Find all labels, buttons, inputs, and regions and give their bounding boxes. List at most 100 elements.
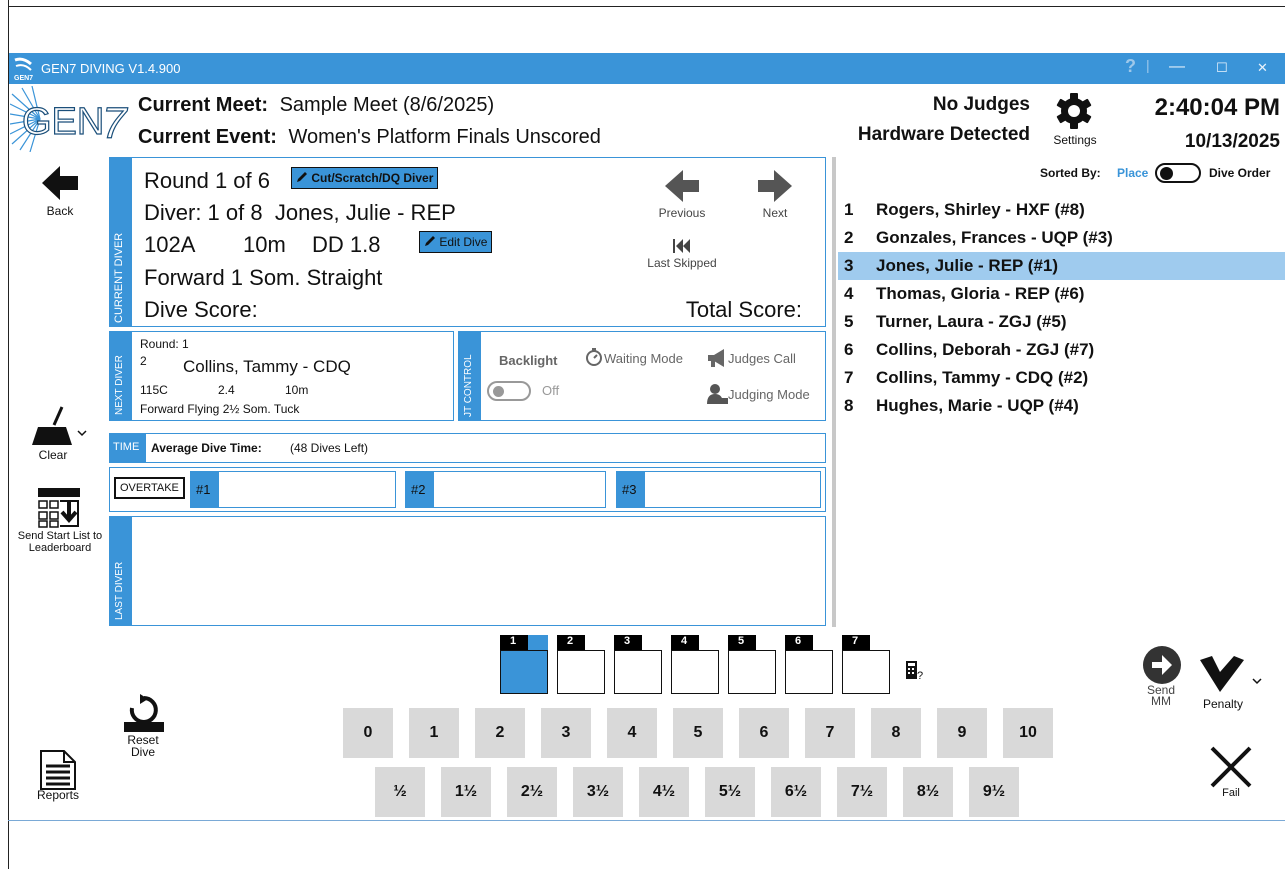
jt-control-panel [458, 331, 826, 421]
leaderboard-row[interactable]: 6 Collins, Deborah - ZGJ (#7) [838, 336, 1285, 364]
sort-toggle-knob [1160, 167, 1173, 180]
previous-label[interactable]: Previous [650, 206, 714, 220]
sort-dive-order-option[interactable]: Dive Order [1209, 166, 1270, 180]
time-tab: TIME [109, 433, 146, 463]
judge-score-box-3[interactable] [614, 650, 662, 694]
leaderboard-row[interactable]: 4 Thomas, Gloria - REP (#6) [838, 280, 1285, 308]
send-mm-icon[interactable] [1142, 645, 1182, 685]
calculator-help-icon[interactable]: ? [905, 660, 925, 682]
leaderboard-row[interactable]: 7 Collins, Tammy - CDQ (#2) [838, 364, 1285, 392]
dive-dd: DD 1.8 [312, 232, 381, 257]
judge-score-box-4[interactable] [671, 650, 719, 694]
judge-tag-1-accent [528, 635, 548, 651]
score-button-9-5[interactable]: 9½ [969, 767, 1019, 817]
dive-number: 102A [144, 232, 196, 257]
maximize-button[interactable]: ☐ [1216, 60, 1228, 76]
dive-description: Forward 1 Som. Straight [144, 265, 383, 290]
sort-toggle[interactable] [1155, 163, 1201, 183]
score-button-4-5[interactable]: 4½ [639, 767, 689, 817]
backlight-label: Backlight [499, 353, 558, 368]
score-button-7-5[interactable]: 7½ [837, 767, 887, 817]
skip-back-icon[interactable] [672, 237, 692, 255]
last-skipped-label[interactable]: Last Skipped [640, 256, 724, 270]
sort-place-option[interactable]: Place [1117, 166, 1148, 180]
score-button-6[interactable]: 6 [739, 708, 789, 758]
score-button-1-5[interactable]: 1½ [441, 767, 491, 817]
penalty-label[interactable]: Penalty [1195, 697, 1251, 711]
next-arrow-icon[interactable] [756, 168, 794, 204]
current-meet: Current Meet: Sample Meet (8/6/2025) [138, 94, 494, 117]
score-button-3[interactable]: 3 [541, 708, 591, 758]
leaderboard-row[interactable]: 2 Gonzales, Frances - UQP (#3) [838, 224, 1285, 252]
judging-mode-label[interactable]: Judging Mode [728, 387, 810, 402]
reports-label[interactable]: Reports [30, 788, 86, 802]
score-button-6-5[interactable]: 6½ [771, 767, 821, 817]
score-button-7[interactable]: 7 [805, 708, 855, 758]
help-icon[interactable]: ? [1125, 56, 1136, 77]
toggle-knob [493, 386, 504, 397]
backlight-toggle[interactable] [487, 381, 531, 401]
overtake-button[interactable]: OVERTAKE [114, 477, 185, 499]
current-event: Current Event: Women's Platform Finals U… [138, 126, 601, 149]
svg-text:GEN: GEN [22, 101, 104, 143]
leaderboard-row[interactable]: 8 Hughes, Marie - UQP (#4) [838, 392, 1285, 420]
leaderboard-row[interactable]: 5 Turner, Laura - ZGJ (#5) [838, 308, 1285, 336]
next-diver-tab: NEXT DIVER [109, 331, 132, 421]
judge-tag-7: 7 [842, 635, 870, 651]
next-round: Round: 1 [140, 337, 189, 351]
megaphone-icon[interactable] [706, 348, 728, 368]
previous-arrow-icon[interactable] [663, 168, 701, 204]
score-button-0[interactable]: 0 [343, 708, 393, 758]
judge-score-box-7[interactable] [842, 650, 890, 694]
reset-dive-icon[interactable] [122, 694, 166, 734]
judge-person-icon[interactable] [706, 383, 728, 405]
score-button-5[interactable]: 5 [673, 708, 723, 758]
overtake-slot-1[interactable]: #1 [190, 471, 396, 508]
penalty-chevron-icon[interactable] [1198, 654, 1264, 696]
broom-clear-icon[interactable] [32, 405, 88, 449]
leaderboard-row[interactable]: 1 Rogers, Shirley - HXF (#8) [838, 196, 1285, 224]
judge-score-box-5[interactable] [728, 650, 776, 694]
total-score: Total Score: [685, 297, 802, 322]
edit-dive-button[interactable]: Edit Dive [419, 231, 493, 253]
judge-score-box-6[interactable] [785, 650, 833, 694]
send-mm-label[interactable]: Send MM [1136, 684, 1186, 707]
score-button-4[interactable]: 4 [607, 708, 657, 758]
score-button-5-5[interactable]: 5½ [705, 767, 755, 817]
event-value: Women's Platform Finals Unscored [288, 126, 601, 148]
gear-icon[interactable] [1055, 92, 1093, 130]
score-button-2-5[interactable]: 2½ [507, 767, 557, 817]
overtake-slot-3[interactable]: #3 [616, 471, 821, 508]
cut-scratch-dq-button[interactable]: Cut/Scratch/DQ Diver [291, 167, 439, 189]
minimize-button[interactable]: — [1169, 58, 1185, 76]
score-button-2[interactable]: 2 [475, 708, 525, 758]
fail-label[interactable]: Fail [1206, 787, 1256, 799]
judge-score-box-2[interactable] [557, 650, 605, 694]
leaderboard-row-selected[interactable]: 3 Jones, Julie - REP (#1) [838, 252, 1285, 280]
score-button-8[interactable]: 8 [871, 708, 921, 758]
back-arrow-icon[interactable] [40, 164, 80, 202]
stopwatch-icon[interactable] [584, 347, 604, 367]
send-start-list-label[interactable]: Send Start List to Leaderboard [12, 530, 108, 554]
score-button-half[interactable]: ½ [375, 767, 425, 817]
back-label[interactable]: Back [30, 204, 90, 218]
waiting-mode-label[interactable]: Waiting Mode [604, 351, 683, 366]
score-button-1[interactable]: 1 [409, 708, 459, 758]
score-button-8-5[interactable]: 8½ [903, 767, 953, 817]
reports-icon[interactable] [40, 750, 76, 790]
clock-time: 2:40:04 PM [1154, 94, 1280, 121]
score-button-10[interactable]: 10 [1003, 708, 1053, 758]
overtake-slot-2[interactable]: #2 [405, 471, 606, 508]
clear-label[interactable]: Clear [28, 448, 78, 462]
next-label[interactable]: Next [746, 206, 804, 220]
send-start-list-icon[interactable] [38, 488, 80, 528]
fail-x-icon[interactable] [1210, 746, 1252, 788]
score-button-3-5[interactable]: 3½ [573, 767, 623, 817]
reset-dive-label[interactable]: Reset Dive [118, 734, 168, 758]
svg-text:7: 7 [102, 99, 128, 148]
score-button-9[interactable]: 9 [937, 708, 987, 758]
slot-2-label: #2 [406, 472, 434, 507]
close-button[interactable]: ✕ [1257, 60, 1268, 76]
judge-score-box-1[interactable] [500, 650, 548, 694]
judges-call-label[interactable]: Judges Call [728, 351, 796, 366]
